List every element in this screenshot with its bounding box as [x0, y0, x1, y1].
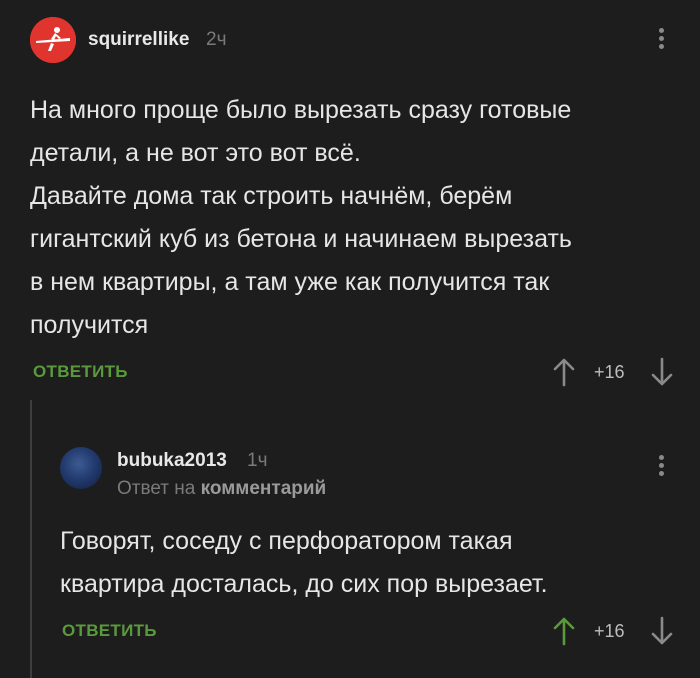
comment-text-line: гигантский куб из бетона и начинаем выре… [30, 225, 572, 253]
vote-score: +16 [594, 621, 625, 641]
username[interactable]: bubuka2013 [117, 450, 227, 472]
comment-text-line: На много проще было вырезать сразу готов… [30, 96, 572, 124]
comment-text-line: Говорят, соседу с перфоратором такая [60, 527, 513, 555]
comment-text-line: детали, а не вот это вот всё. [30, 139, 361, 167]
upvote-arrow-icon[interactable] [552, 616, 576, 646]
comment-text-line: квартира досталась, до сих пор вырезает. [60, 570, 548, 598]
comment-text: Говорят, соседу с перфоратором такая ква… [60, 520, 548, 606]
comment-text: На много проще было вырезать сразу готов… [30, 89, 572, 347]
reply-to-link[interactable]: комментарий [201, 478, 327, 499]
timestamp: 2ч [206, 29, 227, 50]
username[interactable]: squirrellike [88, 29, 189, 51]
avatar[interactable] [60, 447, 102, 489]
timestamp: 1ч [247, 450, 268, 471]
more-options-icon[interactable] [659, 28, 665, 52]
reply-to-info: Ответ на комментарий [117, 478, 326, 500]
comment-text-line: в нем квартиры, а там уже как получится … [30, 268, 550, 296]
downvote-arrow-icon[interactable] [650, 616, 674, 646]
surfer-on-red-icon [30, 17, 76, 63]
reply-to-prefix: Ответ на [117, 478, 196, 499]
thread-line[interactable] [30, 400, 32, 678]
reply-button[interactable]: ОТВЕТИТЬ [62, 621, 157, 641]
comment-text-line: Давайте дома так строить начнём, берём [30, 182, 513, 210]
upvote-arrow-icon[interactable] [552, 357, 576, 387]
more-options-icon[interactable] [659, 455, 665, 479]
downvote-arrow-icon[interactable] [650, 357, 674, 387]
reply-button[interactable]: ОТВЕТИТЬ [33, 362, 128, 382]
avatar[interactable] [30, 17, 76, 63]
comment-text-line: получится [30, 311, 149, 339]
vote-score: +16 [594, 362, 625, 382]
comment: squirrellike 2ч На много проще было выре… [0, 0, 700, 410]
